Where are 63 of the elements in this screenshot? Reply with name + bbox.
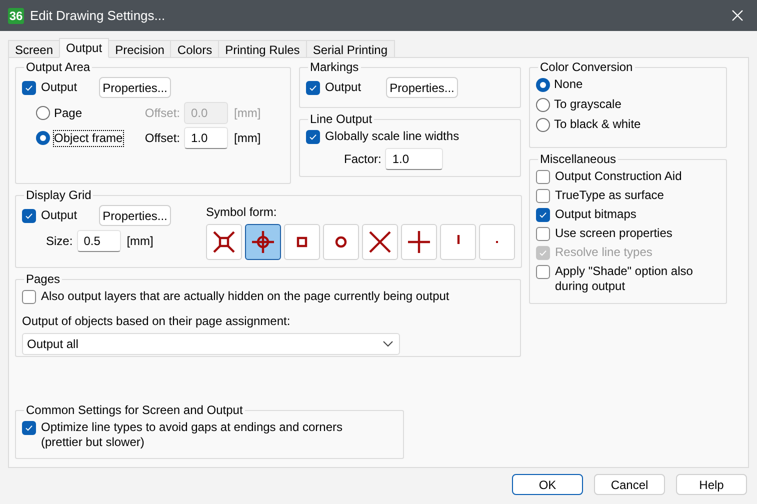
- group-title: Miscellaneous: [539, 152, 618, 167]
- unit-label: [mm]: [234, 105, 261, 122]
- checkmark-icon: [538, 210, 548, 220]
- push-button[interactable]: Cancel: [594, 474, 665, 495]
- checkmark-icon: [24, 211, 34, 221]
- checkbox[interactable]: TrueType as surface: [536, 188, 720, 203]
- checkbox[interactable]: Output: [22, 80, 78, 95]
- checkbox[interactable]: Output bitmaps: [536, 207, 720, 222]
- unit-label: [mm]: [126, 233, 154, 250]
- field-label: Output of objects based on their page assignment:: [22, 313, 292, 330]
- input-field[interactable]: 0.5: [76, 230, 121, 252]
- window-title: Edit Drawing Settings...: [30, 6, 166, 25]
- tick-symbol-icon: [456, 234, 460, 244]
- app-icon: 36: [8, 8, 24, 24]
- checkbox[interactable]: Output: [306, 80, 362, 95]
- radio-button[interactable]: To black & white: [536, 117, 720, 132]
- input-field[interactable]: 1.0: [184, 127, 228, 149]
- push-button[interactable]: Help: [676, 474, 747, 495]
- checkbox[interactable]: Globally scale line widths: [306, 129, 514, 144]
- group-title: Color Conversion: [539, 60, 634, 75]
- group-title: Common Settings for Screen and Output: [25, 403, 244, 418]
- field-label: Offset:: [144, 105, 180, 122]
- checkbox[interactable]: Apply "Shade" option also during output: [536, 264, 720, 294]
- checkbox[interactable]: Optimize line types to avoid gaps at endings and corners (prettier but slower): [22, 420, 397, 450]
- push-button[interactable]: Properties...: [99, 77, 172, 98]
- group-title: Output Area: [25, 60, 92, 75]
- radio-button[interactable]: None: [536, 77, 720, 92]
- checkmark-icon: [308, 83, 318, 93]
- checkmark-icon: [538, 248, 548, 258]
- close-icon[interactable]: [732, 10, 743, 21]
- checkmark-icon: [24, 423, 34, 433]
- checkbox[interactable]: Also output layers that are actually hidden on the page currently being output: [22, 289, 514, 304]
- push-button[interactable]: OK: [512, 474, 583, 495]
- checkmark-icon: [308, 132, 318, 142]
- checkmark-icon: [24, 83, 34, 93]
- checkbox[interactable]: Use screen properties: [536, 226, 720, 241]
- push-button[interactable]: Properties...: [99, 205, 172, 226]
- radio-button[interactable]: Object frame: [36, 130, 142, 146]
- x-symbol-icon: [369, 231, 391, 253]
- group-title: Line Output: [309, 112, 374, 127]
- group-title: Pages: [25, 272, 62, 287]
- symbol-button[interactable]: [245, 224, 281, 260]
- tab[interactable]: Serial Printing: [306, 40, 395, 58]
- chevron-down-icon: [383, 341, 393, 347]
- dropdown[interactable]: Output all: [22, 333, 400, 355]
- plus-symbol-icon: [408, 231, 430, 253]
- tab[interactable]: Output: [59, 38, 110, 58]
- tab[interactable]: Printing Rules: [218, 40, 307, 58]
- field-label: Symbol form:: [206, 204, 278, 221]
- group-title: Markings: [309, 60, 360, 75]
- input-field[interactable]: 1.0: [385, 148, 444, 170]
- field-label: Factor:: [344, 151, 382, 168]
- checkbox[interactable]: Output: [22, 208, 78, 223]
- unit-label: [mm]: [234, 130, 261, 147]
- group-title: Display Grid: [25, 188, 92, 203]
- field-label: Size:: [46, 233, 73, 250]
- tab[interactable]: Screen: [8, 40, 60, 58]
- field-label: Offset:: [144, 130, 180, 147]
- radio-button[interactable]: To grayscale: [536, 97, 720, 112]
- crosshair-symbol-icon: [252, 231, 274, 253]
- checkbox[interactable]: Output Construction Aid: [536, 169, 720, 184]
- cornered-square-symbol-icon: [213, 231, 235, 253]
- push-button[interactable]: Properties...: [386, 77, 458, 98]
